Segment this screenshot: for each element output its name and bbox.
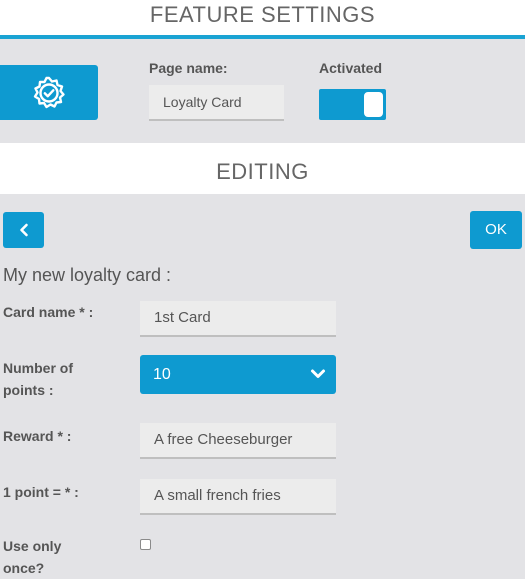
gear-check-icon (33, 76, 65, 108)
card-name-input[interactable]: 1st Card (140, 301, 336, 337)
use-once-label: Use only once? (3, 535, 61, 579)
activated-toggle[interactable] (319, 89, 386, 120)
page-name-input[interactable]: Loyalty Card (149, 85, 284, 121)
points-label-line2: points : (3, 382, 54, 398)
page-name-label: Page name: (149, 60, 228, 76)
points-label-line1: Number of (3, 360, 73, 376)
use-once-label-line2: once? (3, 560, 45, 576)
ok-button[interactable]: OK (470, 211, 522, 249)
use-once-label-line1: Use only (3, 538, 62, 554)
activated-label: Activated (319, 60, 383, 76)
feature-settings-title: FEATURE SETTINGS (149, 2, 376, 27)
reward-input[interactable]: A free Cheeseburger (140, 423, 336, 459)
reward-label: Reward * : (3, 428, 72, 444)
chevron-left-icon (19, 223, 28, 237)
toggle-knob (364, 92, 383, 117)
back-button[interactable] (3, 212, 44, 248)
number-of-points-select[interactable]: 10 (140, 355, 336, 394)
point-value-input[interactable]: A small french fries (140, 479, 336, 515)
card-name-label: Card name * : (3, 304, 94, 320)
editing-title: EDITING (216, 159, 309, 184)
header-divider (0, 35, 525, 39)
feature-icon-button[interactable] (0, 65, 98, 120)
number-of-points-label: Number of points : (3, 357, 73, 401)
chevron-down-icon (311, 369, 325, 378)
use-once-checkbox[interactable] (140, 539, 151, 550)
card-heading: My new loyalty card : (3, 265, 172, 285)
points-selected-value: 10 (153, 366, 171, 383)
point-value-label: 1 point = * : (3, 484, 79, 500)
